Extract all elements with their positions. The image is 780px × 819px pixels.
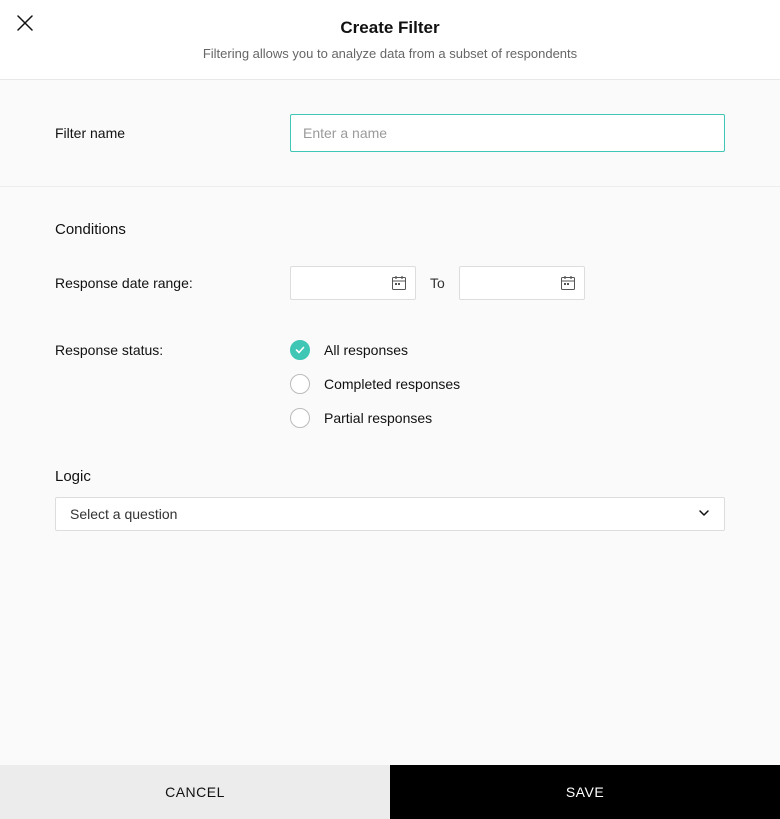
status-block: Response status: All responses Completed…: [55, 340, 725, 428]
date-to-input[interactable]: [459, 266, 585, 300]
dialog-content: Filter name Conditions Response date ran…: [0, 80, 780, 765]
save-button[interactable]: SAVE: [390, 765, 780, 819]
date-range-row: Response date range: To: [55, 266, 725, 300]
conditions-section: Conditions Response date range: To: [0, 187, 780, 565]
filter-name-input[interactable]: [290, 114, 725, 152]
close-button[interactable]: [14, 14, 36, 36]
status-option-label: Completed responses: [324, 376, 460, 392]
status-radio-group: All responses Completed responses Partia…: [290, 340, 460, 428]
dialog-subtitle: Filtering allows you to analyze data fro…: [0, 46, 780, 61]
dialog-header: Create Filter Filtering allows you to an…: [0, 0, 780, 80]
status-option-label: All responses: [324, 342, 408, 358]
logic-heading: Logic: [55, 468, 725, 485]
radio-unchecked-icon: [290, 374, 310, 394]
logic-question-select[interactable]: Select a question: [55, 497, 725, 531]
logic-select-placeholder: Select a question: [70, 506, 177, 522]
status-option-all[interactable]: All responses: [290, 340, 460, 360]
calendar-icon: [560, 275, 576, 291]
date-to-label: To: [430, 275, 445, 291]
status-option-completed[interactable]: Completed responses: [290, 374, 460, 394]
dialog-footer: CANCEL SAVE: [0, 765, 780, 819]
status-option-label: Partial responses: [324, 410, 432, 426]
calendar-icon: [391, 275, 407, 291]
close-icon: [17, 15, 33, 36]
radio-unchecked-icon: [290, 408, 310, 428]
chevron-down-icon: [698, 506, 710, 522]
cancel-button[interactable]: CANCEL: [0, 765, 390, 819]
date-range-label: Response date range:: [55, 275, 290, 291]
create-filter-dialog: Create Filter Filtering allows you to an…: [0, 0, 780, 819]
filter-name-section: Filter name: [0, 80, 780, 187]
filter-name-label: Filter name: [55, 125, 290, 141]
conditions-heading: Conditions: [55, 221, 725, 238]
dialog-title: Create Filter: [0, 18, 780, 38]
status-label: Response status:: [55, 340, 290, 428]
radio-checked-icon: [290, 340, 310, 360]
date-from-input[interactable]: [290, 266, 416, 300]
status-option-partial[interactable]: Partial responses: [290, 408, 460, 428]
